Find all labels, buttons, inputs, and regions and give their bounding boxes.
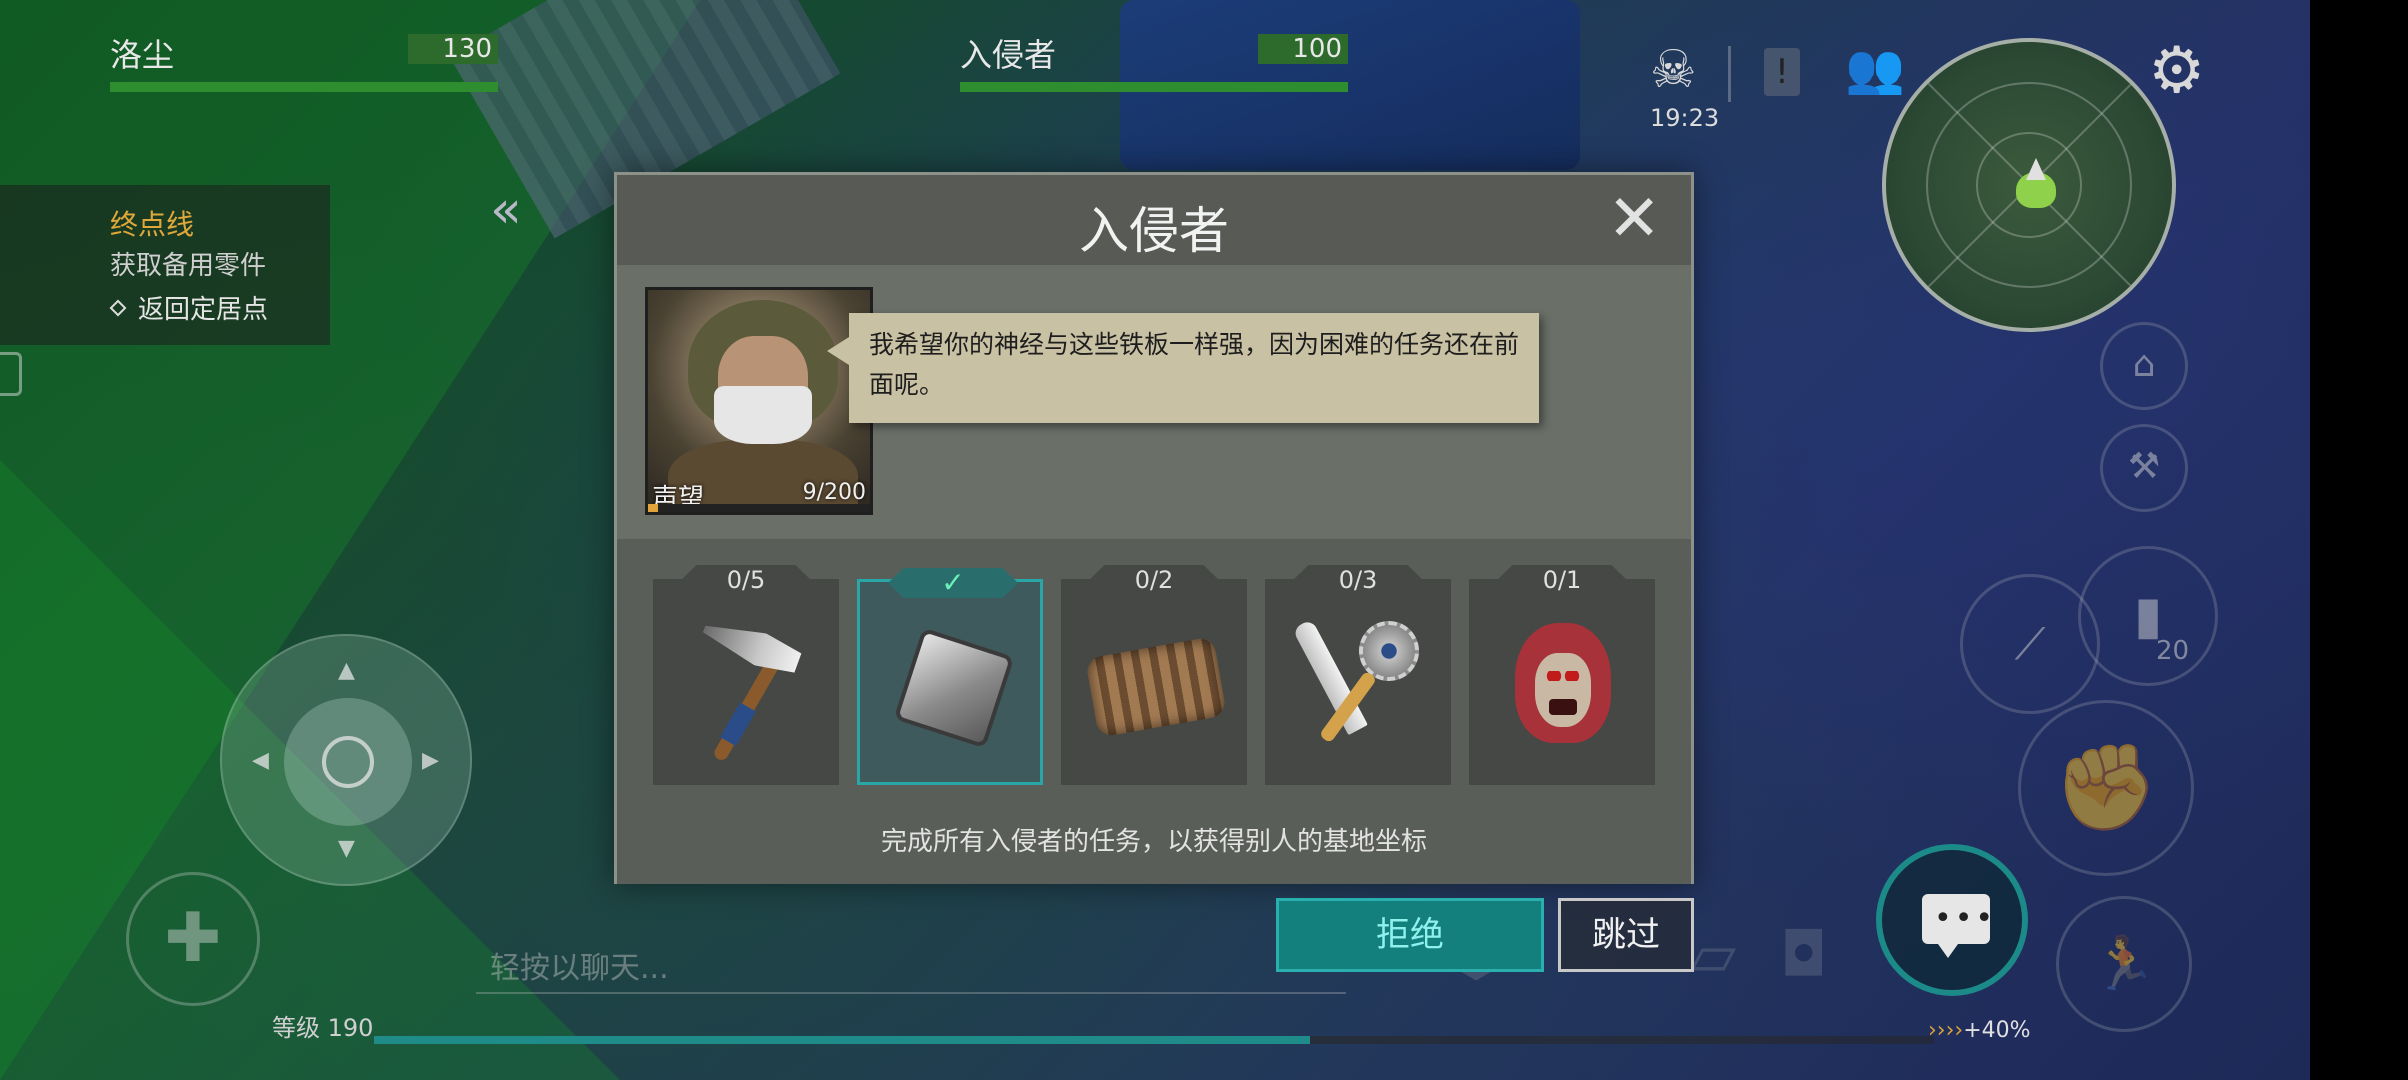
party-member-level: 100 [1258,34,1348,64]
dialog-header: 入侵者 ✕ [617,175,1691,265]
dialog-title: 入侵者 [1079,202,1229,260]
xp-bonus-value: +40% [1963,1018,2031,1043]
party-member-player: 洛尘 130 [110,30,498,92]
friends-icon[interactable]: 👥 [1845,40,1905,97]
player-marker-icon [2016,158,2056,208]
joystick-center-ring [322,736,374,788]
zombie-head-icon [1493,607,1631,757]
quest-step: 返回定居点 [109,289,269,326]
skip-button[interactable]: 跳过 [1558,898,1694,972]
task-progress: 0/2 [1089,565,1219,595]
hud-divider [1728,46,1731,102]
task-item[interactable]: 0/3 [1265,565,1451,785]
party-member-health-bar [960,82,1348,92]
task-item[interactable]: 0/5 [653,565,839,785]
player-level-label: 等级 190 [272,1014,374,1042]
skull-icon[interactable]: ☠ [1650,40,1697,100]
ellipsis-icon: ••• [1934,901,1997,936]
canteen-icon[interactable]: ▮ [2078,546,2218,686]
axe-icon [677,607,815,763]
gear-icon[interactable]: ⚙ [2148,34,2205,108]
fist-attack-icon[interactable]: ✊ [2018,700,2194,876]
screen-edge [2310,0,2408,1080]
diamond-bullet-icon [109,299,127,317]
party-member-invader: 入侵者 100 [960,30,1348,92]
event-timer: 19:23 [1650,104,1720,132]
consumable-count: 20 [2156,636,2190,666]
xp-bonus: ››››+40% [1928,1018,2031,1043]
task-progress: 0/3 [1293,565,1423,595]
sprint-icon[interactable]: 🏃 [2056,896,2192,1032]
garage-icon[interactable]: ⌂ [2100,322,2188,410]
npc-portrait: 声望 9/200 [645,287,873,515]
metal-plate-icon [884,610,1022,760]
rifle-icon[interactable]: ⟋ [1960,574,2100,714]
party-member-health-bar [110,82,498,92]
map-icon[interactable]: ▱ [1690,920,1736,990]
minimap[interactable] [1882,38,2176,332]
xp-bonus-arrows: ›››› [1928,1018,1964,1043]
chat-bubble-icon: ••• [1922,894,1993,958]
reputation-value: 9/200 [802,480,866,505]
invader-quest-dialog: 入侵者 ✕ 声望 9/200 我希望你的神经与这些铁板一样强，因为困难的任务还在… [614,172,1694,884]
arrow-left-icon: ◀ [252,748,269,773]
task-progress: 0/5 [681,565,811,595]
xp-progress-bar [374,1036,1934,1044]
task-complete-check: ✓ [888,568,1018,598]
side-tab[interactable] [0,352,22,396]
close-icon[interactable]: ✕ [1607,187,1661,251]
npc-speech-bubble: 我希望你的神经与这些铁板一样强，因为困难的任务还在前面呢。 [827,313,1539,423]
machete-saw-icon [1289,607,1427,757]
quest-tracker[interactable]: 终点线 获取备用零件 返回定居点 [0,185,330,345]
task-item[interactable]: 0/1 [1469,565,1655,785]
movement-joystick[interactable]: ▲ ▼ ◀ ▶ [220,634,472,886]
arrow-up-icon: ▲ [338,658,355,683]
reward-description: 完成所有入侵者的任务，以获得别人的基地坐标 [880,827,1427,857]
quest-subtitle: 获取备用零件 [110,251,267,281]
hammer-icon[interactable]: ⚒ [2100,424,2188,512]
task-list: 0/5 ✓ 0/2 0/3 0/1 完成所有入侵者的任务，以获得别人的基地坐标 [617,539,1691,884]
arrow-right-icon: ▶ [422,748,439,773]
chat-button[interactable]: ••• [1876,844,2028,996]
heal-plus-icon[interactable]: ✚ [126,872,260,1006]
refuse-button[interactable]: 拒绝 [1276,898,1544,972]
reputation-bar [648,504,870,512]
reputation-bar-fill [648,504,658,512]
skull-mask-icon [714,386,812,444]
party-member-level: 130 [408,34,498,64]
quest-title: 终点线 [110,208,195,241]
chevron-double-left-icon[interactable]: « [490,180,522,240]
backpack-icon[interactable]: ◘ [1780,920,1827,990]
chat-input[interactable]: 轻按以聊天... [476,944,1346,994]
engine-part-icon [1085,607,1227,757]
alert-icon[interactable]: ! [1764,48,1800,96]
xp-progress-fill [374,1036,1310,1044]
arrow-down-icon: ▼ [338,836,355,861]
task-item[interactable]: 0/2 [1061,565,1247,785]
task-progress: 0/1 [1497,565,1627,595]
task-item[interactable]: ✓ [857,568,1043,785]
quest-step-label: 返回定居点 [138,295,269,325]
